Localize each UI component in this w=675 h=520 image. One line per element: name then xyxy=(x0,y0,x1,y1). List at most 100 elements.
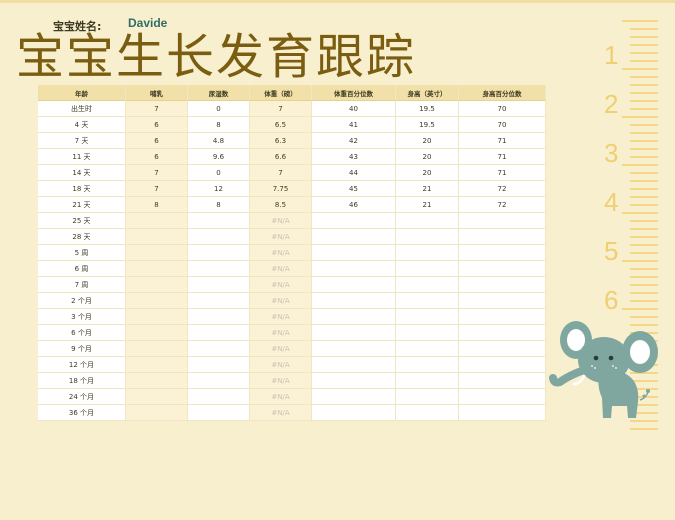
table-cell[interactable] xyxy=(188,357,250,373)
table-cell[interactable] xyxy=(459,277,546,293)
table-cell[interactable] xyxy=(396,277,459,293)
table-cell[interactable]: 9.6 xyxy=(188,149,250,165)
table-cell[interactable]: 7 xyxy=(250,101,312,117)
table-cell[interactable] xyxy=(188,309,250,325)
table-cell[interactable] xyxy=(396,389,459,405)
table-cell[interactable]: #N/A xyxy=(250,341,312,357)
table-cell[interactable] xyxy=(188,293,250,309)
table-cell[interactable] xyxy=(126,389,188,405)
table-cell[interactable] xyxy=(126,341,188,357)
table-cell[interactable] xyxy=(312,325,396,341)
table-cell[interactable] xyxy=(188,261,250,277)
table-cell[interactable] xyxy=(312,245,396,261)
table-cell[interactable]: 21 xyxy=(396,197,459,213)
table-cell[interactable]: 0 xyxy=(188,101,250,117)
table-cell[interactable] xyxy=(312,389,396,405)
table-cell[interactable]: #N/A xyxy=(250,229,312,245)
table-cell[interactable]: 8 xyxy=(188,197,250,213)
table-cell[interactable] xyxy=(126,261,188,277)
table-cell[interactable] xyxy=(312,341,396,357)
table-cell[interactable] xyxy=(126,229,188,245)
table-cell[interactable] xyxy=(126,293,188,309)
table-cell[interactable]: 7 xyxy=(126,165,188,181)
table-cell[interactable] xyxy=(126,373,188,389)
table-cell[interactable]: #N/A xyxy=(250,245,312,261)
table-cell[interactable] xyxy=(312,261,396,277)
table-cell[interactable]: 19.5 xyxy=(396,101,459,117)
table-cell[interactable] xyxy=(396,357,459,373)
table-cell[interactable] xyxy=(126,213,188,229)
table-cell[interactable] xyxy=(126,245,188,261)
table-cell[interactable]: 40 xyxy=(312,101,396,117)
table-cell[interactable] xyxy=(459,245,546,261)
table-cell[interactable] xyxy=(312,293,396,309)
table-cell[interactable]: 20 xyxy=(396,165,459,181)
table-cell[interactable] xyxy=(396,261,459,277)
table-cell[interactable] xyxy=(126,325,188,341)
table-cell[interactable]: 44 xyxy=(312,165,396,181)
table-cell[interactable]: 8 xyxy=(126,197,188,213)
table-cell[interactable]: 45 xyxy=(312,181,396,197)
table-cell[interactable]: 20 xyxy=(396,149,459,165)
table-cell[interactable]: 6.3 xyxy=(250,133,312,149)
table-cell[interactable] xyxy=(459,357,546,373)
table-cell[interactable] xyxy=(188,405,250,421)
table-cell[interactable]: 46 xyxy=(312,197,396,213)
table-cell[interactable]: 8 xyxy=(188,117,250,133)
table-cell[interactable]: #N/A xyxy=(250,277,312,293)
table-cell[interactable] xyxy=(188,389,250,405)
table-cell[interactable] xyxy=(312,373,396,389)
table-cell[interactable]: 7 xyxy=(250,165,312,181)
table-cell[interactable]: 20 xyxy=(396,133,459,149)
table-cell[interactable] xyxy=(312,277,396,293)
table-cell[interactable] xyxy=(459,309,546,325)
table-cell[interactable]: #N/A xyxy=(250,293,312,309)
table-cell[interactable]: 70 xyxy=(459,117,546,133)
table-cell[interactable]: 6.5 xyxy=(250,117,312,133)
table-cell[interactable] xyxy=(396,341,459,357)
table-cell[interactable]: #N/A xyxy=(250,357,312,373)
table-cell[interactable] xyxy=(188,277,250,293)
table-cell[interactable] xyxy=(396,229,459,245)
table-cell[interactable]: 19.5 xyxy=(396,117,459,133)
table-cell[interactable]: 6 xyxy=(126,133,188,149)
table-cell[interactable]: #N/A xyxy=(250,325,312,341)
table-cell[interactable] xyxy=(188,373,250,389)
table-cell[interactable] xyxy=(126,405,188,421)
table-cell[interactable]: #N/A xyxy=(250,373,312,389)
table-cell[interactable]: 72 xyxy=(459,181,546,197)
table-cell[interactable]: 6 xyxy=(126,149,188,165)
table-cell[interactable]: 42 xyxy=(312,133,396,149)
table-cell[interactable] xyxy=(396,293,459,309)
table-cell[interactable]: 41 xyxy=(312,117,396,133)
table-cell[interactable] xyxy=(396,213,459,229)
table-cell[interactable] xyxy=(396,309,459,325)
table-cell[interactable] xyxy=(312,357,396,373)
table-cell[interactable] xyxy=(188,325,250,341)
table-cell[interactable]: 4.8 xyxy=(188,133,250,149)
table-cell[interactable]: 71 xyxy=(459,133,546,149)
table-cell[interactable] xyxy=(459,325,546,341)
table-cell[interactable]: 7 xyxy=(126,181,188,197)
table-cell[interactable] xyxy=(312,309,396,325)
table-cell[interactable]: 12 xyxy=(188,181,250,197)
table-cell[interactable]: 71 xyxy=(459,165,546,181)
table-cell[interactable] xyxy=(459,405,546,421)
table-cell[interactable] xyxy=(126,357,188,373)
table-cell[interactable]: 7 xyxy=(126,101,188,117)
table-cell[interactable] xyxy=(459,373,546,389)
table-cell[interactable] xyxy=(396,405,459,421)
table-cell[interactable] xyxy=(396,373,459,389)
table-cell[interactable]: 70 xyxy=(459,101,546,117)
table-cell[interactable] xyxy=(396,245,459,261)
table-cell[interactable]: 6 xyxy=(126,117,188,133)
table-cell[interactable] xyxy=(459,229,546,245)
table-cell[interactable] xyxy=(126,277,188,293)
table-cell[interactable] xyxy=(188,229,250,245)
table-cell[interactable]: 71 xyxy=(459,149,546,165)
table-cell[interactable] xyxy=(459,261,546,277)
table-cell[interactable] xyxy=(188,245,250,261)
table-cell[interactable]: 7.75 xyxy=(250,181,312,197)
table-cell[interactable] xyxy=(188,213,250,229)
table-cell[interactable] xyxy=(459,293,546,309)
